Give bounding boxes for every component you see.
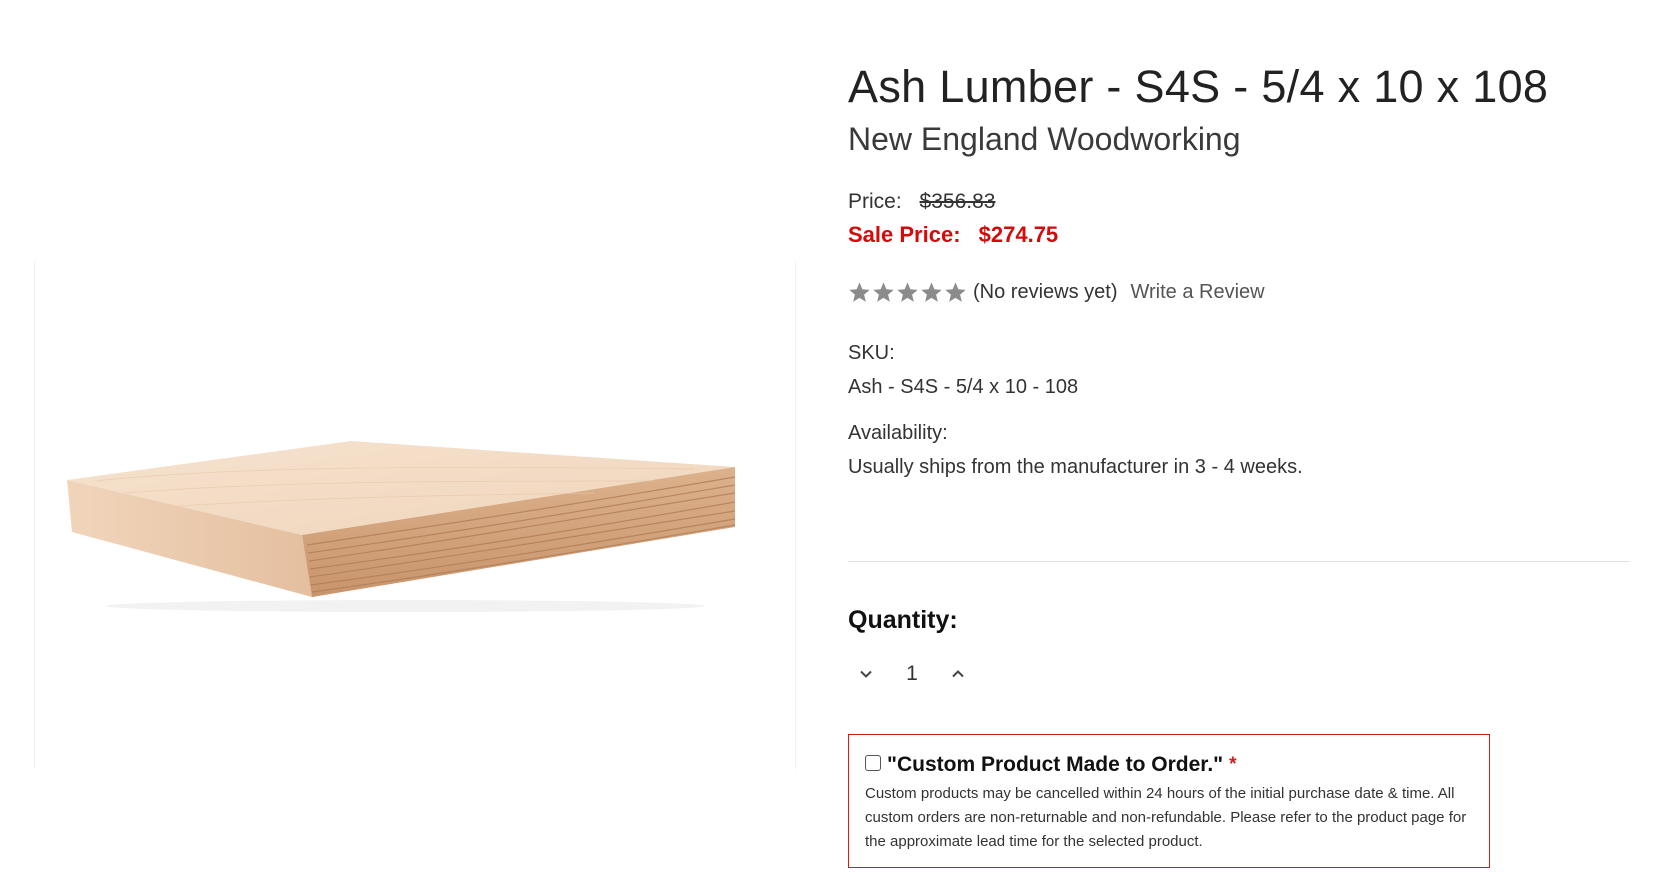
star-icon: [921, 281, 942, 302]
product-brand[interactable]: New England Woodworking: [848, 117, 1630, 161]
availability-label: Availability:: [848, 422, 948, 444]
reviews-count-text: (No reviews yet): [973, 280, 1118, 303]
star-icon: [945, 281, 966, 302]
quantity-increase-button[interactable]: [940, 656, 976, 692]
custom-order-title: "Custom Product Made to Order.": [887, 753, 1224, 776]
product-details: Ash Lumber - S4S - 5/4 x 10 x 108 New En…: [848, 55, 1630, 481]
chevron-down-icon: [860, 670, 872, 678]
sale-price: $274.75: [978, 222, 1059, 247]
star-icon: [897, 281, 918, 302]
custom-order-text: Custom products may be cancelled within …: [865, 785, 1467, 850]
sku-label: SKU:: [848, 342, 895, 364]
custom-order-checkbox[interactable]: [865, 755, 881, 771]
product-image: [67, 441, 736, 612]
divider: [848, 561, 1630, 562]
quantity-decrease-button[interactable]: [848, 656, 884, 692]
product-title: Ash Lumber - S4S - 5/4 x 10 x 108: [848, 61, 1549, 112]
custom-order-header: "Custom Product Made to Order." *: [865, 753, 1473, 777]
quantity-label: Quantity:: [848, 606, 958, 634]
quantity-input[interactable]: 1: [884, 662, 940, 686]
quantity-stepper: 1: [848, 656, 976, 692]
custom-order-notice: "Custom Product Made to Order." * Custom…: [848, 734, 1490, 868]
sku-value: Ash - S4S - 5/4 x 10 - 108: [848, 376, 1079, 398]
rating-row: (No reviews yet) Write a Review: [848, 275, 1630, 309]
required-marker: *: [1229, 754, 1237, 775]
sale-price-label: Sale Price:: [848, 222, 961, 247]
product-image-panel[interactable]: [34, 261, 796, 769]
price-row: Price: $356.83: [848, 187, 1630, 217]
rating-stars: [848, 281, 967, 304]
write-review-link[interactable]: Write a Review: [1130, 281, 1264, 304]
price-label: Price:: [848, 190, 902, 213]
sale-price-row: Sale Price: $274.75: [848, 219, 1630, 251]
chevron-up-icon: [952, 670, 964, 678]
star-icon: [873, 281, 894, 302]
availability-value: Usually ships from the manufacturer in 3…: [848, 456, 1303, 478]
original-price: $356.83: [919, 190, 996, 213]
star-icon: [849, 281, 870, 302]
